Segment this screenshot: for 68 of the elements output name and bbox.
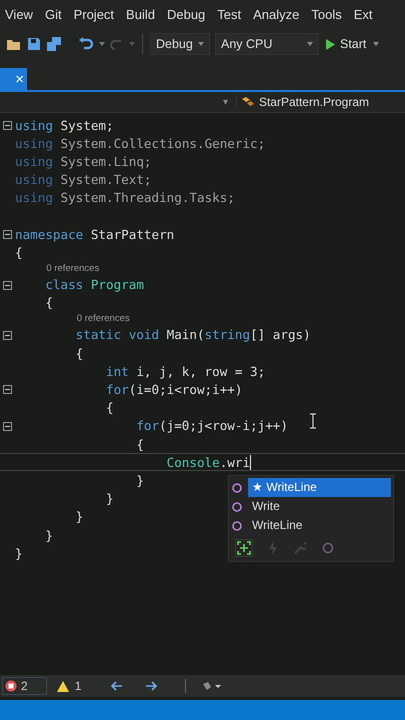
menu-item[interactable]: Debug [166, 6, 206, 22]
code-lens[interactable]: 0 references [76, 313, 130, 324]
play-icon [326, 38, 335, 50]
start-button[interactable]: Start [324, 37, 368, 51]
collapse-icon[interactable] [3, 280, 12, 290]
class-icon [240, 96, 255, 108]
code-line: { [135, 436, 144, 452]
error-count[interactable]: 2 [2, 677, 47, 695]
menu-item[interactable]: Ext [354, 6, 373, 22]
menu-item[interactable]: Test [217, 6, 242, 22]
save-all-icon[interactable] [46, 37, 62, 51]
code-line: } [44, 528, 53, 543]
member-dropdown[interactable]: StarPattern.Program [236, 95, 369, 109]
collapse-icon[interactable] [3, 330, 12, 340]
completion-item[interactable]: WriteLine [248, 516, 391, 535]
code-line: } [135, 472, 144, 488]
code-line: namespace StarPattern [15, 226, 174, 242]
platform-dropdown[interactable]: Any CPU [215, 33, 319, 55]
code-line: { [74, 346, 84, 361]
completion-item[interactable]: ★ WriteLine [248, 478, 391, 497]
forward-arrow-icon[interactable] [145, 681, 158, 691]
warning-count[interactable]: 1 [56, 679, 82, 693]
code-line: using System.Threading.Tasks; [15, 190, 235, 206]
code-line: using System.Text; [15, 172, 152, 188]
code-line: static void Main(string[] args) [74, 327, 311, 342]
code-line: { [44, 295, 53, 310]
code-line: using System; [15, 118, 114, 133]
menu-item[interactable]: Git [44, 6, 62, 22]
menu-item[interactable]: Project [74, 6, 114, 22]
open-folder-icon[interactable] [6, 37, 22, 51]
error-icon [5, 680, 17, 692]
code-line: { [104, 400, 114, 416]
code-line: { [15, 244, 23, 260]
editor-tab[interactable]: × [0, 68, 27, 90]
caret-icon[interactable] [99, 42, 105, 46]
caret-icon [307, 42, 313, 46]
collapse-icon[interactable] [3, 121, 12, 130]
menu-item[interactable]: Analyze [253, 6, 300, 22]
code-lens[interactable]: 0 references [45, 263, 100, 274]
collapse-icon[interactable] [3, 385, 12, 394]
warning-icon [56, 680, 69, 692]
menu-item[interactable]: Build [126, 6, 155, 22]
code-line: for(j=0;j<row-i;j++) [135, 418, 288, 434]
code-line: Console.wri [166, 454, 250, 470]
code-line: using System.Linq; [15, 154, 152, 169]
code-line: } [74, 509, 84, 524]
code-line: for(i=0;i<row;i++) [104, 382, 242, 398]
back-arrow-icon[interactable] [111, 681, 124, 691]
code-line: using System.Collections.Generic; [15, 136, 266, 151]
method-icon[interactable] [321, 541, 335, 555]
undo-icon[interactable] [78, 36, 94, 52]
code-line: class Program [44, 277, 144, 292]
collapse-icon[interactable] [3, 230, 12, 240]
collapse-icon[interactable] [3, 422, 12, 431]
caret-icon [198, 42, 204, 46]
configuration-dropdown[interactable]: Debug [150, 33, 210, 55]
completion-item[interactable]: Write [248, 497, 391, 516]
caret-icon[interactable]: ▾ [222, 96, 228, 108]
text-caret [250, 454, 252, 470]
add-icon[interactable] [235, 539, 253, 557]
text-cursor-icon [309, 413, 317, 429]
menu-item[interactable]: Tools [311, 6, 342, 22]
code-line: } [104, 491, 114, 506]
code-line: int i, j, k, row = 3; [104, 364, 266, 379]
menu-item[interactable]: View [5, 6, 33, 22]
save-icon[interactable] [27, 37, 41, 51]
code-line: } [15, 546, 23, 561]
caret-icon[interactable] [373, 42, 380, 46]
